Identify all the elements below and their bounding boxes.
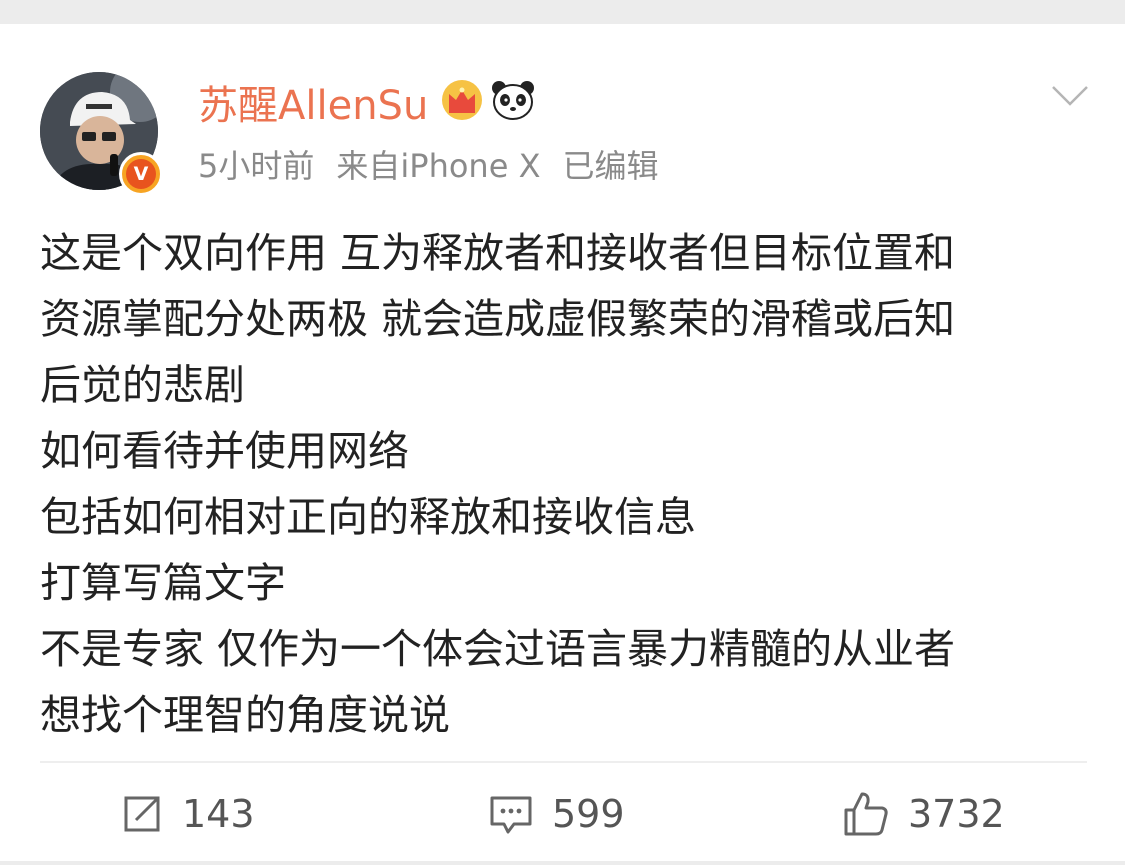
- content-line: 如何看待并使用网络: [40, 427, 409, 475]
- content-line: 资源掌配分处两极 就会造成虚假繁荣的滑稽或后知: [40, 295, 956, 343]
- post-source[interactable]: 来自iPhone X: [336, 147, 540, 185]
- like-thumb-icon: [844, 792, 888, 836]
- bottom-gap: [0, 861, 1125, 865]
- content-line: 打算写篇文字: [40, 559, 286, 607]
- panda-icon[interactable]: [490, 78, 536, 126]
- content-line: 后觉的悲剧: [40, 361, 245, 409]
- weibo-post-card: V 苏醒AllenSu 5小时前 来自iPhone X 已编辑 这是个双向作用 …: [0, 24, 1125, 865]
- post-meta: 5小时前 来自iPhone X 已编辑: [198, 141, 659, 187]
- repost-button[interactable]: 143: [120, 779, 255, 849]
- comment-icon: [490, 796, 532, 834]
- divider: [40, 761, 1087, 763]
- comment-count: 599: [552, 792, 625, 836]
- author-row: 苏醒AllenSu: [198, 73, 536, 131]
- chevron-down-icon[interactable]: [1050, 84, 1090, 108]
- verified-label: V: [126, 159, 156, 189]
- edited-label[interactable]: 已编辑: [563, 147, 659, 185]
- repost-count: 143: [182, 792, 255, 836]
- comment-button[interactable]: 599: [488, 779, 625, 849]
- content-line: 想找个理智的角度说说: [40, 691, 450, 739]
- username[interactable]: 苏醒AllenSu: [198, 73, 428, 131]
- like-button[interactable]: 3732: [842, 779, 1005, 849]
- post-content: 这是个双向作用 互为释放者和接收者但目标位置和 资源掌配分处两极 就会造成虚假繁…: [40, 220, 1085, 748]
- content-line: 这是个双向作用 互为释放者和接收者但目标位置和: [40, 229, 956, 277]
- crown-icon[interactable]: [440, 78, 484, 126]
- repost-icon: [124, 796, 160, 832]
- post-time: 5小时前: [198, 147, 315, 185]
- action-bar: 143 599 3732: [0, 779, 1125, 849]
- like-count: 3732: [908, 792, 1005, 836]
- verified-v-icon: V: [119, 152, 163, 196]
- content-line: 包括如何相对正向的释放和接收信息: [40, 493, 696, 541]
- content-line: 不是专家 仅作为一个体会过语言暴力精髓的从业者: [40, 625, 956, 673]
